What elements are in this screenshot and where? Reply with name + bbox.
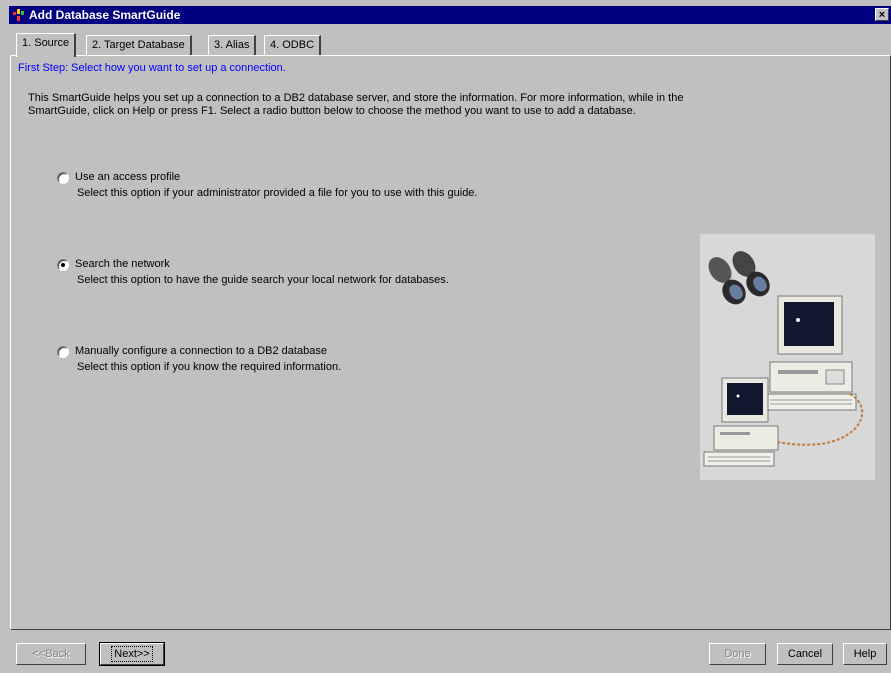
- radio-access-profile[interactable]: [57, 172, 69, 184]
- tab-alias[interactable]: 3. Alias: [208, 35, 257, 55]
- radio-search-network[interactable]: [57, 259, 69, 271]
- tab-source[interactable]: 1. Source: [16, 33, 77, 57]
- help-button[interactable]: Help: [843, 643, 887, 665]
- step-heading: First Step: Select how you want to set u…: [18, 62, 286, 74]
- option-description: Select this option to have the guide sea…: [77, 274, 449, 286]
- close-icon[interactable]: ×: [875, 8, 889, 21]
- intro-text: This SmartGuide helps you set up a conne…: [28, 92, 684, 117]
- smartguide-window: Add Database SmartGuide × 1. Source 2. T…: [0, 0, 891, 673]
- option-label[interactable]: Use an access profile: [75, 171, 180, 183]
- option-label[interactable]: Search the network: [75, 258, 170, 270]
- workstation-computer-icon: [703, 377, 779, 467]
- done-button[interactable]: Done: [709, 643, 766, 665]
- tab-target-database[interactable]: 2. Target Database: [86, 35, 192, 55]
- cancel-button[interactable]: Cancel: [777, 643, 833, 665]
- radio-selected-dot: [61, 263, 65, 267]
- next-button-label: Next>>: [111, 646, 153, 662]
- tab-odbc[interactable]: 4. ODBC: [264, 35, 322, 55]
- back-button[interactable]: <<Back: [16, 643, 86, 665]
- binoculars-icon: [708, 251, 770, 305]
- option-description: Select this option if you know the requi…: [77, 361, 342, 373]
- option-description: Select this option if your administrator…: [77, 187, 478, 199]
- server-computer-icon: [765, 295, 857, 411]
- next-button[interactable]: Next>>: [99, 642, 165, 666]
- title-bar[interactable]: Add Database SmartGuide ×: [9, 6, 891, 24]
- option-label[interactable]: Manually configure a connection to a DB2…: [75, 345, 327, 357]
- app-icon: [13, 9, 24, 21]
- network-search-illustration: [700, 234, 875, 480]
- window-title: Add Database SmartGuide: [29, 8, 181, 22]
- radio-manual-configure[interactable]: [57, 346, 69, 358]
